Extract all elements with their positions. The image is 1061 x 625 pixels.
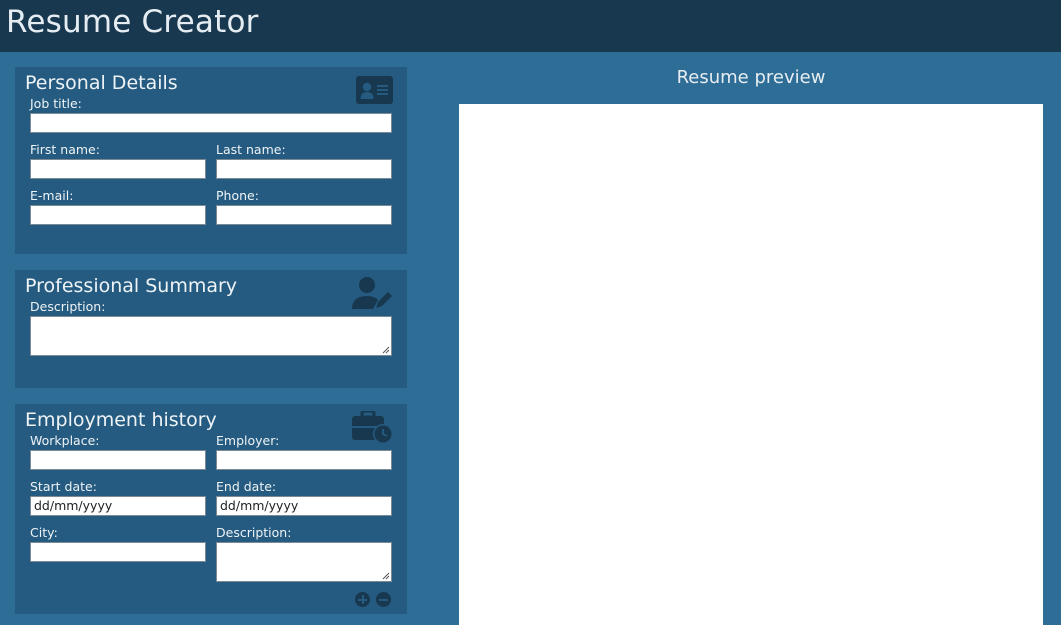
briefcase-clock-icon xyxy=(352,411,393,444)
professional-summary-section: Professional Summary Description: xyxy=(15,270,407,388)
add-employment-button[interactable] xyxy=(355,592,370,607)
email-label: E-mail: xyxy=(30,188,74,203)
start-date-input[interactable]: dd/mm/yyyy xyxy=(30,496,206,516)
description-label: Description: xyxy=(30,299,106,314)
last-name-label: Last name: xyxy=(216,142,286,157)
section-title: Professional Summary xyxy=(25,275,238,297)
resize-grip-icon[interactable] xyxy=(382,346,390,354)
employer-label: Employer: xyxy=(216,433,280,448)
resume-preview xyxy=(459,104,1043,625)
summary-description-textarea[interactable] xyxy=(30,316,392,356)
description-label: Description: xyxy=(216,525,292,540)
job-title-label: Job title: xyxy=(30,96,82,111)
personal-details-section: Personal Details Job title: First name: … xyxy=(15,67,407,254)
resize-grip-icon[interactable] xyxy=(382,572,390,580)
start-date-label: Start date: xyxy=(30,479,97,494)
remove-employment-button[interactable] xyxy=(376,592,391,607)
city-input[interactable] xyxy=(30,542,206,562)
workplace-input[interactable] xyxy=(30,450,206,470)
section-title: Employment history xyxy=(25,409,217,431)
employment-description-textarea[interactable] xyxy=(216,542,392,582)
app-title: Resume Creator xyxy=(6,4,259,40)
employer-input[interactable] xyxy=(216,450,392,470)
employment-history-section: Employment history Workplace: Employer: … xyxy=(15,404,407,614)
end-date-input[interactable]: dd/mm/yyyy xyxy=(216,496,392,516)
preview-title: Resume preview xyxy=(676,67,826,88)
end-date-label: End date: xyxy=(216,479,277,494)
email-input[interactable] xyxy=(30,205,206,225)
app-header: Resume Creator xyxy=(0,0,1061,52)
first-name-input[interactable] xyxy=(30,159,206,179)
user-edit-icon xyxy=(352,277,392,309)
job-title-input[interactable] xyxy=(30,113,392,133)
phone-label: Phone: xyxy=(216,188,259,203)
id-card-icon xyxy=(356,76,393,104)
section-title: Personal Details xyxy=(25,72,178,94)
city-label: City: xyxy=(30,525,58,540)
first-name-label: First name: xyxy=(30,142,100,157)
workplace-label: Workplace: xyxy=(30,433,100,448)
last-name-input[interactable] xyxy=(216,159,392,179)
phone-input[interactable] xyxy=(216,205,392,225)
